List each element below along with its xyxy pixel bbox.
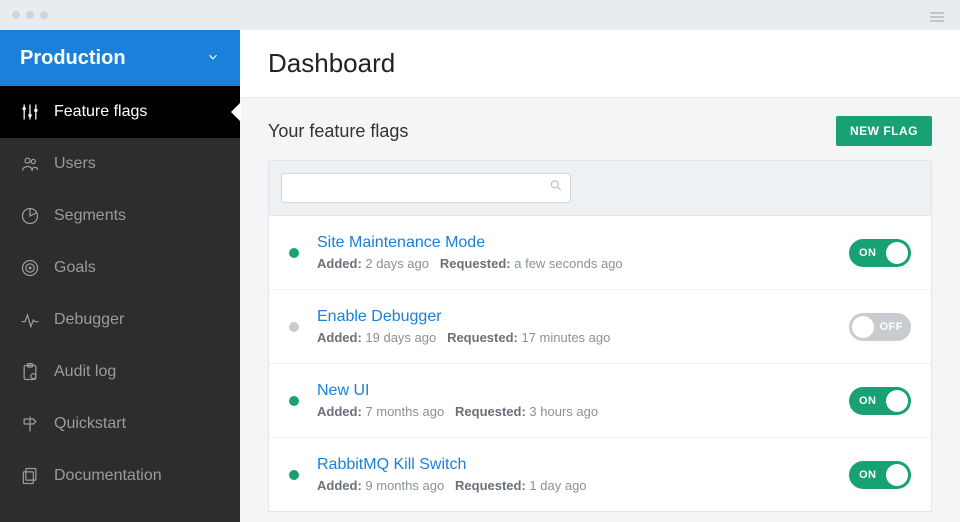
flag-toggle[interactable]: OFF [849, 313, 911, 341]
sidebar-item-goals[interactable]: Goals [0, 242, 240, 294]
flag-name-link[interactable]: Enable Debugger [317, 308, 831, 326]
flag-meta: Added: 9 months ago Requested: 1 day ago [317, 478, 831, 493]
signpost-icon [20, 414, 40, 434]
page-title: Dashboard [268, 48, 932, 79]
toggle-label: ON [859, 247, 877, 259]
sidebar-item-documentation[interactable]: Documentation [0, 450, 240, 502]
flag-toggle[interactable]: ON [849, 461, 911, 489]
sidebar-item-label: Quickstart [54, 415, 126, 433]
clipboard-icon [20, 362, 40, 382]
flag-row: Site Maintenance Mode Added: 2 days ago R… [269, 216, 931, 290]
window-dot [26, 11, 34, 19]
toggle-knob [886, 390, 908, 412]
flag-toggle[interactable]: ON [849, 239, 911, 267]
search-icon [549, 179, 563, 198]
toggle-knob [886, 242, 908, 264]
window-dot [12, 11, 20, 19]
flag-body: New UI Added: 7 months ago Requested: 3 h… [317, 382, 831, 419]
sidebar: Production Feature flags Users Segments [0, 30, 240, 522]
sidebar-item-label: Audit log [54, 363, 116, 381]
flag-body: Enable Debugger Added: 19 days ago Reques… [317, 308, 831, 345]
pulse-icon [20, 310, 40, 330]
search-input[interactable] [281, 173, 571, 203]
sidebar-item-feature-flags[interactable]: Feature flags [0, 86, 240, 138]
toggle-label: ON [859, 395, 877, 407]
flags-card: Site Maintenance Mode Added: 2 days ago R… [268, 160, 932, 512]
sidebar-item-audit-log[interactable]: Audit log [0, 346, 240, 398]
window-dots [12, 11, 48, 19]
main-content: Dashboard Your feature flags NEW FLAG Si… [240, 30, 960, 522]
sidebar-item-label: Goals [54, 259, 96, 277]
sidebar-item-label: Feature flags [54, 103, 147, 121]
flag-body: Site Maintenance Mode Added: 2 days ago R… [317, 234, 831, 271]
users-icon [20, 154, 40, 174]
sidebar-item-label: Debugger [54, 311, 124, 329]
page-header: Dashboard [240, 30, 960, 98]
flag-row: New UI Added: 7 months ago Requested: 3 h… [269, 364, 931, 438]
toggle-knob [886, 464, 908, 486]
copy-icon [20, 466, 40, 486]
section-header: Your feature flags NEW FLAG [268, 116, 932, 146]
status-dot [289, 322, 299, 332]
section-title: Your feature flags [268, 121, 408, 142]
flag-row: Enable Debugger Added: 19 days ago Reques… [269, 290, 931, 364]
sidebar-item-quickstart[interactable]: Quickstart [0, 398, 240, 450]
flag-body: RabbitMQ Kill Switch Added: 9 months ago … [317, 456, 831, 493]
flag-meta: Added: 19 days ago Requested: 17 minutes… [317, 330, 831, 345]
hamburger-icon[interactable] [930, 10, 944, 24]
chevron-down-icon [206, 47, 220, 70]
sidebar-item-debugger[interactable]: Debugger [0, 294, 240, 346]
flag-name-link[interactable]: RabbitMQ Kill Switch [317, 456, 831, 474]
content-area: Your feature flags NEW FLAG Site Mainten… [240, 98, 960, 522]
sidebar-item-label: Documentation [54, 467, 162, 485]
sidebar-item-label: Users [54, 155, 96, 173]
flag-list: Site Maintenance Mode Added: 2 days ago R… [269, 216, 931, 511]
status-dot [289, 248, 299, 258]
new-flag-button[interactable]: NEW FLAG [836, 116, 932, 146]
flag-meta: Added: 2 days ago Requested: a few secon… [317, 256, 831, 271]
window-dot [40, 11, 48, 19]
toggle-label: ON [859, 469, 877, 481]
toggle-label: OFF [880, 321, 904, 333]
toggle-knob [852, 316, 874, 338]
status-dot [289, 470, 299, 480]
flag-name-link[interactable]: Site Maintenance Mode [317, 234, 831, 252]
browser-chrome [0, 0, 960, 30]
environment-selector[interactable]: Production [0, 30, 240, 86]
sidebar-item-segments[interactable]: Segments [0, 190, 240, 242]
sliders-icon [20, 102, 40, 122]
environment-label: Production [20, 47, 126, 70]
flag-name-link[interactable]: New UI [317, 382, 831, 400]
search-bar [269, 161, 931, 216]
flag-meta: Added: 7 months ago Requested: 3 hours a… [317, 404, 831, 419]
sidebar-item-users[interactable]: Users [0, 138, 240, 190]
status-dot [289, 396, 299, 406]
flag-toggle[interactable]: ON [849, 387, 911, 415]
pie-icon [20, 206, 40, 226]
target-icon [20, 258, 40, 278]
sidebar-item-label: Segments [54, 207, 126, 225]
flag-row: RabbitMQ Kill Switch Added: 9 months ago … [269, 438, 931, 511]
